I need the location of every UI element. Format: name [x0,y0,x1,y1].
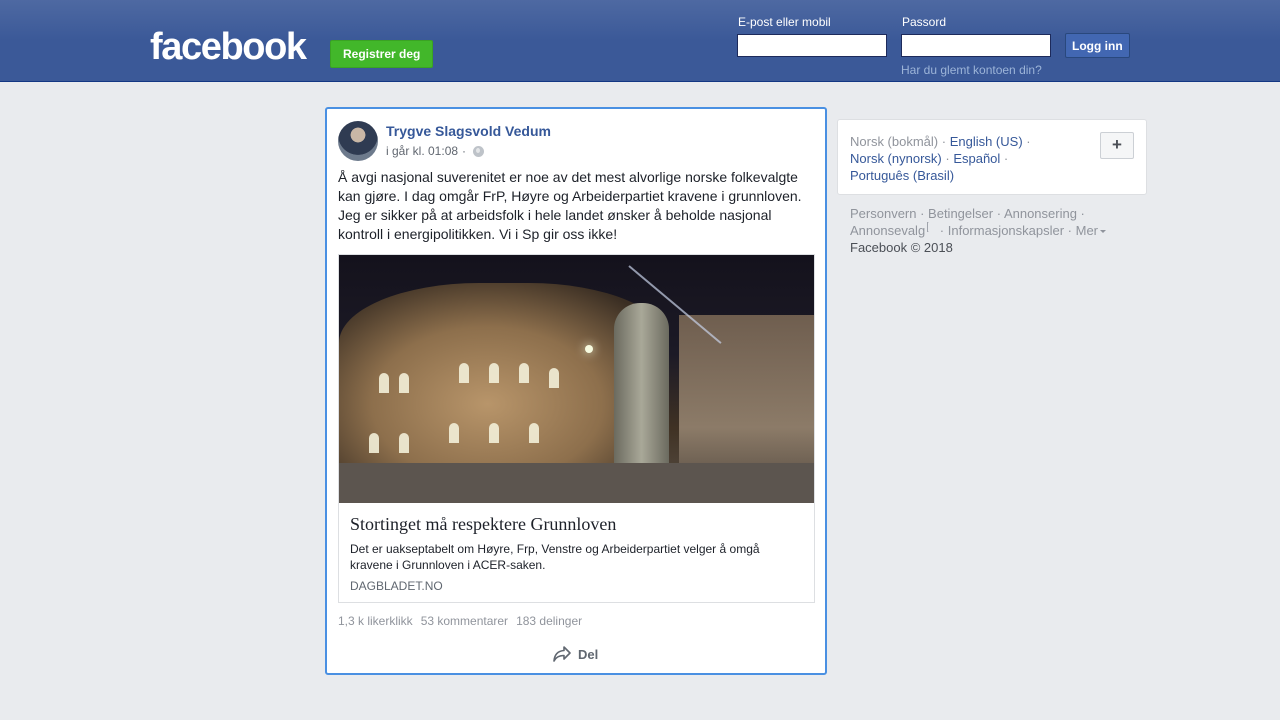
language-selector: Norsk (bokmål) · English (US) · Norsk (n… [837,119,1147,195]
street-lamp [585,345,593,353]
language-english[interactable]: English (US) [950,134,1023,149]
language-list: Norsk (bokmål) · English (US) · Norsk (n… [850,134,1031,183]
password-field[interactable] [901,34,1051,57]
meta-separator: · [462,144,467,158]
footer-links: Personvern · Betingelser · Annonsering ·… [850,205,1140,256]
facebook-logo[interactable]: facebook [150,27,307,67]
top-bar: facebook Registrer deg E-post eller mobi… [0,0,1280,82]
comments-count[interactable]: 53 kommentarer [421,614,508,628]
post-meta: i går kl. 01:08 · [386,144,485,158]
link-domain: DAGBLADET.NO [350,579,443,593]
likes-count[interactable]: 1,3 k likerklikk [338,614,413,628]
register-button[interactable]: Registrer deg [330,40,434,68]
footer-advertising[interactable]: Annonsering [1004,206,1077,221]
footer-cookies[interactable]: Informasjonskapsler [948,223,1064,238]
shares-count[interactable]: 183 delinger [516,614,582,628]
share-label: Del [578,646,599,662]
language-nynorsk[interactable]: Norsk (nynorsk) [850,151,942,166]
post-timestamp[interactable]: i går kl. 01:08 [386,144,458,158]
caret-down-icon [1100,230,1107,233]
footer-privacy[interactable]: Personvern [850,206,916,221]
language-espanol[interactable]: Español [953,151,1000,166]
link-preview[interactable]: Stortinget må respektere Grunnloven Det … [338,254,815,603]
post-text: Å avgi nasjonal suverenitet er noe av de… [338,169,802,242]
globe-icon[interactable] [473,145,485,157]
footer-adchoices[interactable]: Annonsevalg [850,223,925,238]
add-language-button[interactable]: + [1100,132,1134,159]
link-description: Det er uakseptabelt om Høyre, Frp, Venst… [350,542,760,572]
post-author[interactable]: Trygve Slagsvold Vedum [386,123,551,139]
forgot-account-link[interactable]: Har du glemt kontoen din? [901,63,1042,77]
link-image[interactable] [339,255,814,503]
link-title[interactable]: Stortinget må respektere Grunnloven [350,514,616,535]
email-label: E-post eller mobil [738,15,831,29]
language-portugues[interactable]: Português (Brasil) [850,168,954,183]
share-button[interactable]: Del [552,645,598,663]
language-current: Norsk (bokmål) [850,134,939,149]
password-label: Passord [902,15,947,29]
footer-more[interactable]: Mer [1076,223,1098,238]
adchoices-icon [927,222,937,232]
author-avatar[interactable] [338,121,378,161]
post-stats: 1,3 k likerklikk 53 kommentarer 183 deli… [338,614,582,628]
email-field[interactable] [737,34,887,57]
copyright: Facebook © 2018 [850,240,953,255]
login-button[interactable]: Logg inn [1065,33,1130,58]
footer-terms[interactable]: Betingelser [928,206,993,221]
ground [339,463,814,503]
post-card: Trygve Slagsvold Vedum i går kl. 01:08 ·… [325,107,827,675]
share-icon [553,646,571,662]
